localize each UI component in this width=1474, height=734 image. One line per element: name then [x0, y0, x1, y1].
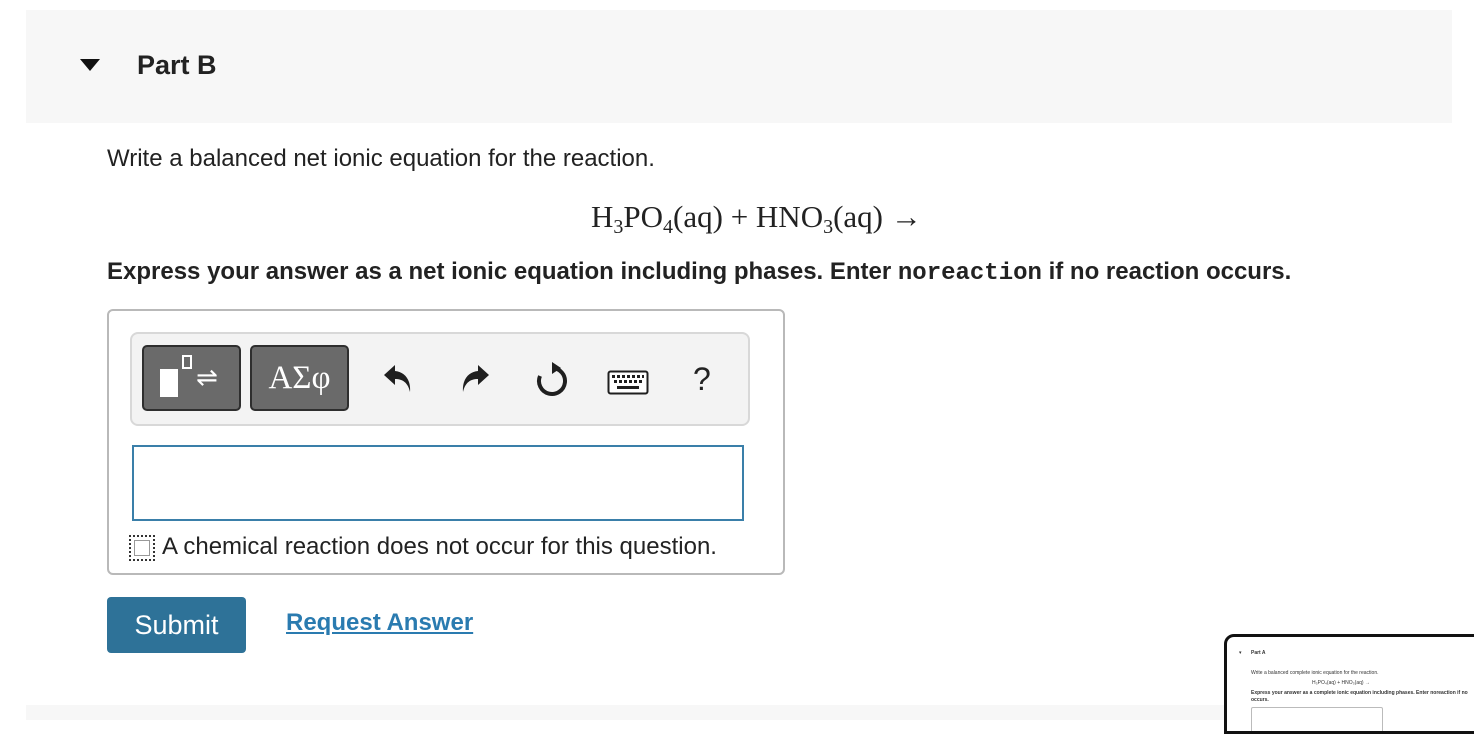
submit-button[interactable]: Submit — [107, 597, 246, 653]
question-prompt: Write a balanced net ionic equation for … — [107, 145, 655, 172]
answer-input[interactable] — [132, 445, 744, 521]
thumbnail-instructions: Express your answer as a complete ionic … — [1251, 690, 1468, 696]
thumbnail-answer-box — [1251, 707, 1383, 731]
keyboard-icon[interactable] — [607, 370, 649, 396]
answer-instructions: Express your answer as a net ionic equat… — [107, 258, 1292, 287]
thumbnail-caret-icon: ▾ — [1239, 650, 1242, 656]
no-reaction-checkbox[interactable] — [129, 535, 155, 561]
no-reaction-label[interactable]: A chemical reaction does not occur for t… — [162, 533, 717, 561]
part-title: Part B — [137, 50, 217, 80]
thumbnail-title: Part A — [1251, 650, 1266, 656]
chemical-equation: H3PO4(aq) + HNO3(aq) → — [591, 199, 922, 238]
part-header[interactable]: Part B — [26, 10, 1452, 123]
redo-icon[interactable] — [458, 360, 492, 396]
screenshot-thumbnail[interactable]: ▾ Part A Write a balanced complete ionic… — [1224, 634, 1474, 734]
help-icon[interactable]: ? — [693, 361, 711, 398]
thumbnail-prompt: Write a balanced complete ionic equation… — [1251, 670, 1379, 676]
greek-letters-button[interactable]: ΑΣφ — [250, 345, 349, 411]
undo-icon[interactable] — [381, 360, 415, 396]
reset-icon[interactable] — [533, 362, 571, 400]
caret-down-icon[interactable] — [80, 59, 100, 71]
thumbnail-equation: H₃PO₄(aq) + HNO₃(aq) → — [1312, 680, 1370, 686]
noreaction-keyword: noreaction — [897, 260, 1042, 287]
request-answer-link[interactable]: Request Answer — [286, 609, 473, 637]
thumbnail-instructions-cont: occurs. — [1251, 697, 1269, 703]
template-button[interactable]: ⇌ — [142, 345, 241, 411]
